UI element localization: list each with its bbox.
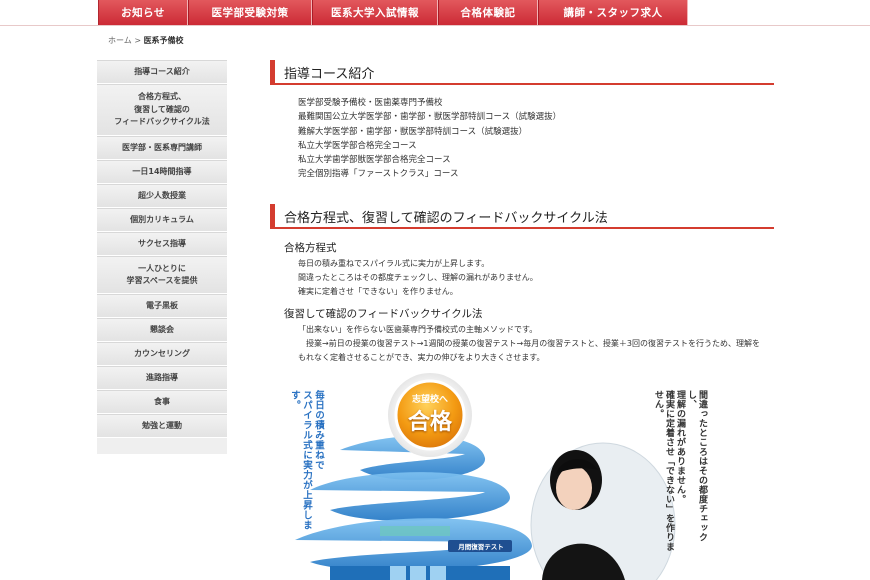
sidebar-item-small-classes[interactable]: 超少人数授業 xyxy=(97,184,227,208)
sidebar-item-electronic-blackboard[interactable]: 電子黒板 xyxy=(97,294,227,318)
sidebar-item-specialist-teachers[interactable]: 医学部・医系専門講師 xyxy=(97,136,227,160)
course-list: 医学部受験予備校・医歯薬専門予備校 最難関国公立大学医学部・歯学部・獣医学部特訓… xyxy=(298,96,561,182)
sidebar-item-study-space[interactable]: 一人ひとりに 学習スペースを提供 xyxy=(97,256,227,294)
nav-news[interactable]: お知らせ xyxy=(98,0,188,25)
cycle-text-1: 「出来ない」を作らない医歯薬専門予備校式の主軸メソッドです。 xyxy=(298,325,538,334)
course-item[interactable]: 最難関国公立大学医学部・歯学部・獣医学部特訓コース（試験選抜） xyxy=(298,110,561,124)
sidebar-item-career-guidance[interactable]: 進路指導 xyxy=(97,366,227,390)
sidebar-nav: 指導コース紹介 合格方程式、 復習して確認の フィードバックサイクル法 医学部・医系… xyxy=(97,60,227,454)
cycle-text-2: 授業→前日の授業の復習テスト→1週間の授業の復習テスト→毎月の復習テストと、授業… xyxy=(298,339,760,362)
sidebar-item-courses[interactable]: 指導コース紹介 xyxy=(97,60,227,84)
spiral-illustration: 志望校へ 合格 月間復習テスト 毎日の積み重ねで スパイラル式に実力が上昇します。… xyxy=(270,370,774,580)
sidebar-item-study-exercise[interactable]: 勉強と運動 xyxy=(97,414,227,438)
feedback-section-title: 合格方程式、復習して確認のフィードバックサイクル法 xyxy=(270,204,774,229)
goal-badge-main: 合格 xyxy=(407,410,452,435)
spiral-caption-right: 間違ったところはその都度チェックし、 理解の漏れがありません。 確実に定着させ「でき… xyxy=(653,390,707,552)
sidebar-item-14-hours[interactable]: 一日14時間指導 xyxy=(97,160,227,184)
spiral-caption-left: 毎日の積み重ねで スパイラル式に実力が上昇します。 xyxy=(289,390,324,530)
cycle-heading: 復習して確認のフィードバックサイクル法 xyxy=(284,308,483,320)
nav-medical-exam-strategy[interactable]: 医学部受験対策 xyxy=(188,0,312,25)
top-nav-bar: お知らせ 医学部受験対策 医系大学入試情報 合格体験記 講師・スタッフ求人 xyxy=(0,0,870,26)
nav-medical-university-info[interactable]: 医系大学入試情報 xyxy=(312,0,438,25)
sidebar-item-counseling[interactable]: カウンセリング xyxy=(97,342,227,366)
course-item[interactable]: 完全個別指導「ファーストクラス」コース xyxy=(298,167,561,181)
monthly-test-label: 月間復習テスト xyxy=(458,543,504,551)
course-item[interactable]: 難解大学医学部・歯学部・獣医学部特訓コース（試験選抜） xyxy=(298,125,561,139)
breadcrumb-current: 医系予備校 xyxy=(143,36,184,45)
sidebar-item-individual-curriculum[interactable]: 個別カリキュラム xyxy=(97,208,227,232)
sidebar-item-feedback-cycle[interactable]: 合格方程式、 復習して確認の フィードバックサイクル法 xyxy=(97,84,227,136)
formula-text-1: 毎日の積み重ねでスパイラル式に実力が上昇します。 xyxy=(298,259,490,268)
course-item[interactable]: 私立大学医学部合格完全コース xyxy=(298,139,561,153)
course-item[interactable]: 医学部受験予備校・医歯薬専門予備校 xyxy=(298,96,561,110)
top-nav-menu: お知らせ 医学部受験対策 医系大学入試情報 合格体験記 講師・スタッフ求人 xyxy=(98,0,688,25)
courses-section-title: 指導コース紹介 xyxy=(270,60,774,85)
breadcrumb-home-link[interactable]: ホーム xyxy=(108,36,132,45)
sidebar-item-meals[interactable]: 食事 xyxy=(97,390,227,414)
breadcrumb-separator: > xyxy=(134,36,142,45)
nav-success-stories[interactable]: 合格体験記 xyxy=(438,0,538,25)
formula-text-3: 確実に定着させ「できない」を作りません。 xyxy=(298,287,458,296)
course-item[interactable]: 私立大学歯学部獣医学部合格完全コース xyxy=(298,153,561,167)
sidebar-item-meetings[interactable]: 懇談会 xyxy=(97,318,227,342)
formula-heading: 合格方程式 xyxy=(284,242,337,254)
sidebar-item-success-guidance[interactable]: サクセス指導 xyxy=(97,232,227,256)
nav-job-recruitment[interactable]: 講師・スタッフ求人 xyxy=(538,0,688,25)
formula-text-2: 間違ったところはその都度チェックし、理解の漏れがありません。 xyxy=(298,273,538,282)
breadcrumb: ホーム > 医系予備校 xyxy=(108,35,184,46)
